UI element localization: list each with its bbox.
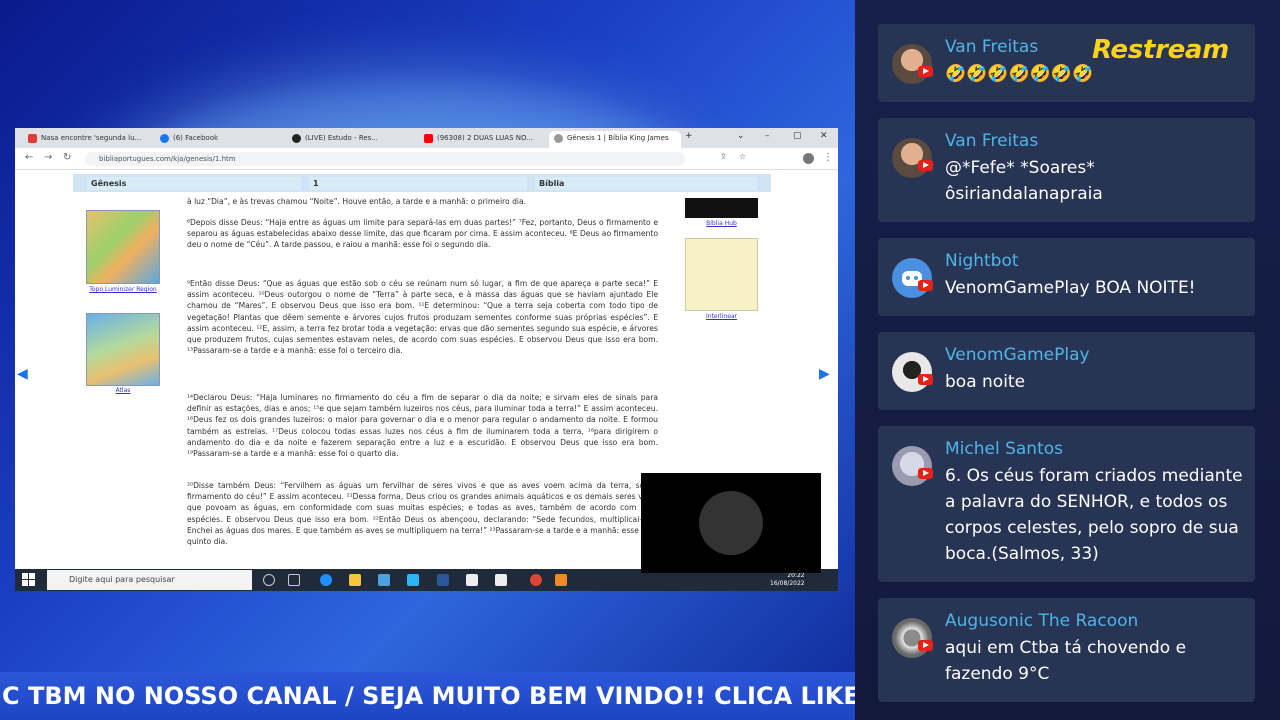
browser-tab[interactable]: (96308) 2 DUAS LUAS NO...: [419, 131, 545, 148]
topo-map-image[interactable]: [86, 210, 160, 284]
verse-paragraph: ⁹Então disse Deus: “Que as águas que est…: [187, 279, 658, 356]
taskbar-clock[interactable]: 20:22 16/08/2022: [770, 572, 805, 588]
chrome-icon[interactable]: [530, 574, 542, 586]
maximize-icon[interactable]: ▢: [793, 131, 802, 141]
chat-username: Nightbot: [945, 251, 1019, 271]
user-avatar: [892, 618, 932, 658]
chat-message: Augusonic The Racoon aqui em Ctba tá cho…: [878, 598, 1255, 702]
book-select[interactable]: Gênesis: [87, 177, 301, 190]
previous-chapter-icon[interactable]: ◀: [17, 366, 28, 382]
share-icon[interactable]: ⇪: [720, 152, 727, 161]
youtube-icon: [918, 468, 933, 479]
document-icon[interactable]: [466, 574, 478, 586]
webcam-avatar: [699, 491, 763, 555]
chat-text: VenomGamePlay BOA NOITE!: [945, 278, 1196, 298]
chat-text: 6. Os céus foram criados mediante a pala…: [945, 466, 1243, 564]
minimize-icon[interactable]: –: [765, 131, 770, 141]
address-bar-row: ← → ↻ bibliaportugues.com/kja/genesis/1.…: [15, 148, 838, 170]
chat-username: Van Freitas: [945, 131, 1039, 151]
chat-text: @*Fefe* *Soares* ôsiriandalanapraia: [945, 158, 1103, 204]
chat-panel: Van Freitas 🤣🤣🤣🤣🤣🤣🤣 Restream Van Freitas…: [855, 0, 1280, 720]
browser-tab-bar: Nasa encontre 'segunda lu... (6) Faceboo…: [15, 128, 838, 148]
mail-icon[interactable]: [407, 574, 419, 586]
back-icon[interactable]: ←: [25, 152, 33, 163]
scrolling-ticker: C TBM NO NOSSO CANAL / SEJA MUITO BEM VI…: [0, 672, 855, 720]
chat-username: Augusonic The Racoon: [945, 611, 1139, 631]
app-icon[interactable]: [555, 574, 567, 586]
close-icon[interactable]: ✕: [820, 131, 828, 141]
browser-tab[interactable]: (6) Facebook: [155, 131, 280, 148]
clock-date: 16/08/2022: [770, 580, 805, 587]
word-icon[interactable]: [437, 574, 449, 586]
chat-text: aqui em Ctba tá chovendo e fazendo 9°C: [945, 638, 1187, 684]
version-select[interactable]: Bíblia: [535, 177, 757, 190]
document-icon[interactable]: [495, 574, 507, 586]
webcam-overlay: [641, 473, 821, 573]
chat-username: Michel Santos: [945, 439, 1064, 459]
book-select-value: Gênesis: [91, 179, 127, 188]
chat-username: VenomGamePlay: [945, 345, 1090, 365]
chapter-select-value: 1: [313, 179, 319, 188]
chat-username: Van Freitas: [945, 37, 1039, 57]
restream-logo-text: Restream: [1092, 35, 1229, 65]
bible-hub-link[interactable]: Bíblia Hub: [685, 220, 758, 227]
file-explorer-icon[interactable]: [349, 574, 361, 586]
youtube-icon: [918, 66, 933, 77]
tab-label: (6) Facebook: [173, 134, 219, 142]
user-avatar: [892, 352, 932, 392]
chat-message: Michel Santos 6. Os céus foram criados m…: [878, 426, 1255, 582]
browser-menu-icon[interactable]: ⋮: [823, 152, 833, 163]
version-select-value: Bíblia: [539, 179, 565, 188]
atlas-map-image[interactable]: [86, 313, 160, 386]
next-chapter-icon[interactable]: ▶: [819, 366, 830, 382]
atlas-map-caption[interactable]: Atlas: [85, 387, 161, 394]
chat-text: boa noite: [945, 372, 1026, 392]
taskbar-search-input[interactable]: Digite aqui para pesquisar: [47, 570, 252, 590]
youtube-icon: [918, 374, 933, 385]
tab-list-icon[interactable]: ⌄: [737, 131, 745, 141]
windows-start-icon[interactable]: [22, 573, 36, 587]
tab-label: (96308) 2 DUAS LUAS NO...: [437, 134, 533, 142]
nightbot-avatar: [892, 258, 932, 298]
tab-label: Nasa encontre 'segunda lu...: [41, 134, 142, 142]
browser-tab[interactable]: Nasa encontre 'segunda lu...: [23, 131, 151, 148]
store-icon[interactable]: [378, 574, 390, 586]
verse-paragraph: ¹⁴Declarou Deus: “Haja luminares no firm…: [187, 393, 658, 459]
chapter-select[interactable]: 1: [309, 177, 527, 190]
interlinear-thumbnail[interactable]: [685, 238, 758, 311]
task-view-icon[interactable]: [288, 574, 300, 586]
verse-paragraph: à luz “Dia”, e às trevas chamou “Noite”.…: [187, 197, 527, 206]
verse-paragraph: ²⁰Disse também Deus: “Fervilhem as águas…: [187, 481, 658, 547]
reload-icon[interactable]: ↻: [63, 152, 71, 163]
youtube-icon: [918, 160, 933, 171]
forward-icon[interactable]: →: [44, 152, 52, 163]
chat-message: VenomGamePlay boa noite: [878, 332, 1255, 410]
user-avatar: [892, 138, 932, 178]
youtube-icon: [918, 280, 933, 291]
tab-label: Gênesis 1 | Bíblia King James: [567, 134, 669, 142]
cortana-icon[interactable]: [263, 574, 275, 586]
verse-paragraph: ⁶Depois disse Deus: “Haja entre as águas…: [187, 218, 658, 250]
interlinear-link[interactable]: Interlinear: [685, 313, 758, 320]
chat-message: Van Freitas @*Fefe* *Soares* ôsiriandala…: [878, 118, 1255, 222]
ticker-text: C TBM NO NOSSO CANAL / SEJA MUITO BEM VI…: [2, 682, 855, 710]
topo-map-caption[interactable]: Topo Luminizer Region: [85, 286, 161, 293]
browser-tab[interactable]: (LIVE) Estudo - Res...: [287, 131, 413, 148]
browser-tab-active[interactable]: Gênesis 1 | Bíblia King James: [549, 131, 681, 148]
edge-icon[interactable]: [320, 574, 332, 586]
bookmark-star-icon[interactable]: ☆: [739, 152, 746, 161]
verse-selector-bar: Gênesis 1 Bíblia: [73, 174, 771, 192]
tab-label: (LIVE) Estudo - Res...: [305, 134, 378, 142]
chat-message: Van Freitas 🤣🤣🤣🤣🤣🤣🤣 Restream: [878, 24, 1255, 102]
user-avatar: [892, 446, 932, 486]
clock-time: 20:22: [787, 572, 805, 579]
bible-hub-thumbnail[interactable]: [685, 198, 758, 218]
user-avatar: [892, 44, 932, 84]
new-tab-icon[interactable]: +: [685, 131, 693, 141]
youtube-icon: [918, 640, 933, 651]
url-field[interactable]: bibliaportugues.com/kja/genesis/1.htm: [85, 152, 685, 166]
restream-logo: Restream: [1092, 35, 1229, 65]
profile-avatar-icon[interactable]: [803, 153, 814, 164]
chat-message: Nightbot VenomGamePlay BOA NOITE!: [878, 238, 1255, 316]
